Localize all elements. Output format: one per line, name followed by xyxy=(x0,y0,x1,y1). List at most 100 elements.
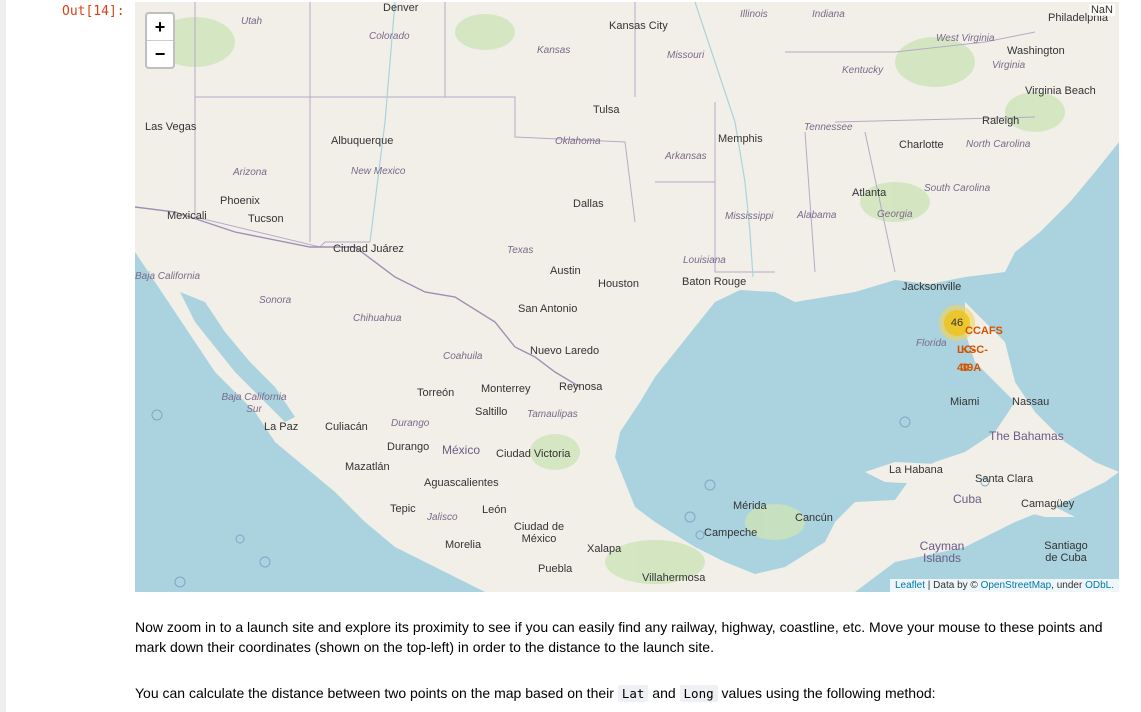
map-state-label: South Carolina xyxy=(924,183,991,194)
map-state-label: Florida xyxy=(916,338,947,349)
leaflet-map[interactable]: Denver Kansas City Las Vegas Albuquerque… xyxy=(135,2,1119,592)
map-city-label: Reynosa xyxy=(559,381,603,393)
map-city-label: Atlanta xyxy=(852,187,887,199)
map-city-label: Dallas xyxy=(573,198,604,210)
map-city-label: Virginia Beach xyxy=(1025,85,1096,97)
map-city-label: Albuquerque xyxy=(331,135,394,147)
map-city-label: Tepic xyxy=(390,503,416,515)
map-state-label: Coahuila xyxy=(443,351,483,362)
map-attribution: Leaflet | Data by © OpenStreetMap, under… xyxy=(889,579,1119,592)
map-city-label: La Paz xyxy=(264,421,299,433)
map-state-label: New Mexico xyxy=(351,166,406,177)
map-city-label: Durango xyxy=(387,441,430,453)
method-text: You can calculate the distance between t… xyxy=(135,685,618,701)
leaflet-link[interactable]: Leaflet xyxy=(895,580,925,591)
map-city-label: Baton Rouge xyxy=(682,276,747,288)
map-city-label: Villahermosa xyxy=(642,572,706,584)
map-state-label: Arizona xyxy=(233,167,267,178)
map-city-label: Cancún xyxy=(795,512,833,524)
long-code: Long xyxy=(679,685,718,702)
map-city-label: Xalapa xyxy=(587,543,622,555)
map-city-label: Washington xyxy=(1007,45,1065,57)
map-city-label: Torreón xyxy=(417,387,455,399)
map-state-label: Jalisco xyxy=(427,512,458,523)
map-state-label: Tennessee xyxy=(804,122,853,133)
map-city-label: Austin xyxy=(550,265,581,277)
map-city-label: Mazatlán xyxy=(345,461,390,473)
map-city-label: Jacksonville xyxy=(902,281,962,293)
map-state-label: Tamaulipas xyxy=(527,409,578,420)
map-state-label: Chihuahua xyxy=(353,313,402,324)
zoom-control: + − xyxy=(145,12,175,69)
launch-site-label[interactable]: CCAFS xyxy=(965,325,1003,337)
map-city-label: Ciudad Juárez xyxy=(333,243,404,255)
map-city-label: León xyxy=(482,504,507,516)
map-state-label: Baja California Sur xyxy=(221,392,287,415)
attribution-text: | Data by © xyxy=(925,580,981,591)
nan-label: NaN xyxy=(1088,4,1115,16)
map-city-label: Mérida xyxy=(733,500,767,512)
map-state-label: Mississippi xyxy=(725,211,774,222)
instruction-paragraph: Now zoom in to a launch site and explore… xyxy=(135,619,1103,655)
launch-site-label[interactable]: 39A xyxy=(961,362,981,374)
method-paragraph: You can calculate the distance between t… xyxy=(135,683,1115,704)
openstreetmap-link[interactable]: OpenStreetMap xyxy=(981,580,1052,591)
output-prompt: Out[14]: xyxy=(62,4,125,19)
map-state-label: Louisiana xyxy=(683,255,726,266)
map-city-label: Phoenix xyxy=(220,195,260,207)
map-city-label: Nassau xyxy=(1012,396,1050,408)
map-city-label: Saltillo xyxy=(475,406,508,418)
map-state-label: Georgia xyxy=(877,209,913,220)
method-text: values using the following method: xyxy=(717,685,936,701)
zoom-in-button[interactable]: + xyxy=(147,14,173,40)
map-city-label: Las Vegas xyxy=(145,121,197,133)
map-state-label: Arkansas xyxy=(665,151,707,162)
map-state-label: Virginia xyxy=(992,60,1026,71)
map-country-label: México xyxy=(442,443,481,457)
map-city-label: Kansas City xyxy=(609,20,668,32)
map-city-label: Tulsa xyxy=(593,104,620,116)
map-city-label: Raleigh xyxy=(982,115,1020,127)
map-state-label: West Virginia xyxy=(936,33,995,44)
launch-site-label[interactable]: KSC- xyxy=(961,344,988,356)
map-city-label: Miami xyxy=(950,396,980,408)
map-country-label: Cuba xyxy=(953,492,982,506)
map-country-label: Cayman Islands xyxy=(919,539,965,565)
odbl-link[interactable]: ODbL. xyxy=(1085,580,1114,591)
map-city-label: Houston xyxy=(598,278,639,290)
map-state-label: Missouri xyxy=(667,50,705,61)
map-city-label: Charlotte xyxy=(899,139,944,151)
map-city-label: San Antonio xyxy=(518,303,578,315)
map-state-label: Kansas xyxy=(537,45,571,56)
map-city-label: Puebla xyxy=(538,563,573,575)
lat-code: Lat xyxy=(617,685,649,702)
map-city-label: Ciudad de México xyxy=(513,521,565,545)
map-city-label: La Habana xyxy=(889,464,943,476)
map-state-label: Durango xyxy=(391,418,430,429)
map-city-label: Monterrey xyxy=(481,383,531,395)
method-text: and xyxy=(648,685,680,701)
map-city-label: Aguascalientes xyxy=(424,477,499,489)
map-state-label: Kentucky xyxy=(842,65,884,76)
zoom-out-button[interactable]: − xyxy=(147,40,173,67)
map-city-label: Camagüey xyxy=(1021,498,1075,510)
attribution-text: , under xyxy=(1051,580,1086,591)
map-city-label: Tucson xyxy=(248,213,284,225)
map-state-label: Oklahoma xyxy=(555,136,601,147)
map-city-label: Morelia xyxy=(445,539,482,551)
map-city-label: Santiago de Cuba xyxy=(1044,540,1088,564)
map-state-label: Alabama xyxy=(797,210,837,221)
map-country-label: The Bahamas xyxy=(989,429,1064,443)
map-city-label: Denver xyxy=(383,2,419,14)
map-state-label: Indiana xyxy=(812,9,845,20)
map-state-label: Utah xyxy=(241,16,263,27)
map-state-label: Texas xyxy=(507,245,534,256)
map-city-label: Santa Clara xyxy=(975,473,1034,485)
map-state-label: Illinois xyxy=(740,9,768,20)
map-state-label: Colorado xyxy=(369,31,410,42)
map-city-label: Nuevo Laredo xyxy=(530,345,600,357)
cell-left-border xyxy=(0,0,6,712)
map-city-label: Campeche xyxy=(704,527,758,539)
map-city-label: Mexicali xyxy=(167,210,207,222)
map-state-label: North Carolina xyxy=(966,139,1031,150)
